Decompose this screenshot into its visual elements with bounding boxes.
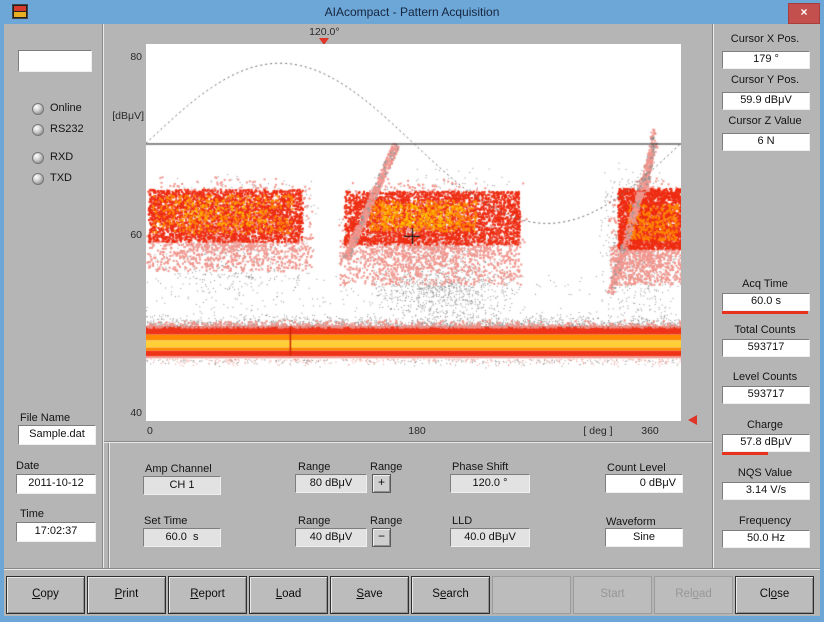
right-panel-divider [712,24,714,568]
y-tick-40: 40 [104,407,142,419]
time-field: 17:02:37 [16,522,96,542]
copy-button[interactable]: Copy [6,576,85,614]
total-counts-label: Total Counts [716,324,814,336]
y-axis-unit-label: [dBμV] [104,110,144,122]
txd-led-icon [32,173,44,185]
charge-alert-underline [722,452,768,455]
title-bar[interactable]: AIAcompact - Pattern Acquisition × [0,0,824,24]
save-button[interactable]: Save [330,576,409,614]
client-area: Online RS232 RXD TXD File Name Sample.da… [4,24,820,616]
date-field: 2011-10-12 [16,474,96,494]
frequency-field: 50.0 Hz [722,530,810,548]
frequency-label: Frequency [716,515,814,527]
y-tick-80: 80 [104,51,142,63]
button-spacer [492,576,571,614]
online-led-label: Online [50,102,82,114]
x-tick-360: 360 [625,425,675,437]
range-bottom-field[interactable]: 40 dBμV [295,528,367,547]
cursor-z-field: 6 N [722,133,810,151]
reload-button[interactable]: Reload [654,576,733,614]
plot-controls-divider [104,441,712,443]
amp-channel-field[interactable]: CH 1 [143,476,221,495]
range-down-label: Range [370,515,402,527]
waveform-field[interactable]: Sine [605,528,683,547]
amp-channel-label: Amp Channel [145,463,212,475]
count-level-label: Count Level [607,462,666,474]
cursor-x-label: Cursor X Pos. [716,33,814,45]
app-window: AIAcompact - Pattern Acquisition × Onlin… [0,0,824,622]
range-top-field[interactable]: 80 dBμV [295,474,367,493]
rxd-led-icon [32,152,44,164]
left-panel-divider [102,24,104,568]
close-button[interactable]: Close [735,576,814,614]
range-down-button[interactable]: − [372,528,391,547]
lld-field[interactable]: 40.0 dBμV [450,528,530,547]
level-marker-icon[interactable] [688,415,697,425]
x-tick-180: 180 [392,425,442,437]
phase-shift-field[interactable]: 120.0 ° [450,474,530,493]
waveform-label: Waveform [606,516,656,528]
nqs-value-field: 3.14 V/s [722,482,810,500]
cursor-y-field: 59.9 dBμV [722,92,810,110]
range-up-button[interactable]: + [372,474,391,493]
charge-label: Charge [716,419,814,431]
range-bottom-label: Range [298,515,330,527]
status-display-box [18,50,92,72]
acq-time-label: Acq Time [716,278,814,290]
button-row-divider [4,568,820,570]
time-label: Time [20,508,44,520]
report-button[interactable]: Report [168,576,247,614]
start-button[interactable]: Start [573,576,652,614]
load-button[interactable]: Load [249,576,328,614]
cursor-z-label: Cursor Z Value [716,115,814,127]
acq-time-alert-underline [722,311,808,314]
txd-led-label: TXD [50,172,72,184]
y-tick-60: 60 [104,229,142,241]
file-name-field: Sample.dat [18,425,96,445]
print-button[interactable]: Print [87,576,166,614]
acq-time-field: 60.0 s [722,293,810,311]
range-top-label: Range [298,461,330,473]
date-label: Date [16,460,39,472]
cursor-y-label: Cursor Y Pos. [716,74,814,86]
rs232-led-icon [32,124,44,136]
range-up-label: Range [370,461,402,473]
level-counts-field: 593717 [722,386,810,404]
online-led-icon [32,103,44,115]
search-button[interactable]: Search [411,576,490,614]
set-time-field[interactable]: 60.0 s [143,528,221,547]
set-time-label: Set Time [144,515,187,527]
close-icon[interactable]: × [788,3,820,24]
controls-left-edge [108,443,110,568]
x-tick-0: 0 [147,425,153,437]
cursor-x-field: 179 ° [722,51,810,69]
charge-field: 57.8 dBμV [722,434,810,452]
level-counts-label: Level Counts [716,371,814,383]
nqs-value-label: NQS Value [716,467,814,479]
rxd-led-label: RXD [50,151,73,163]
window-title: AIAcompact - Pattern Acquisition [0,5,824,19]
lld-label: LLD [452,515,472,527]
file-name-label: File Name [20,412,70,424]
count-level-field[interactable]: 0 dBμV [605,474,683,493]
pd-pattern-plot[interactable] [146,44,681,421]
x-axis-unit-label: [ deg ] [573,425,623,437]
total-counts-field: 593717 [722,339,810,357]
phase-shift-label: Phase Shift [452,461,508,473]
phase-marker-label: 120.0° [300,26,348,38]
rs232-led-label: RS232 [50,123,84,135]
